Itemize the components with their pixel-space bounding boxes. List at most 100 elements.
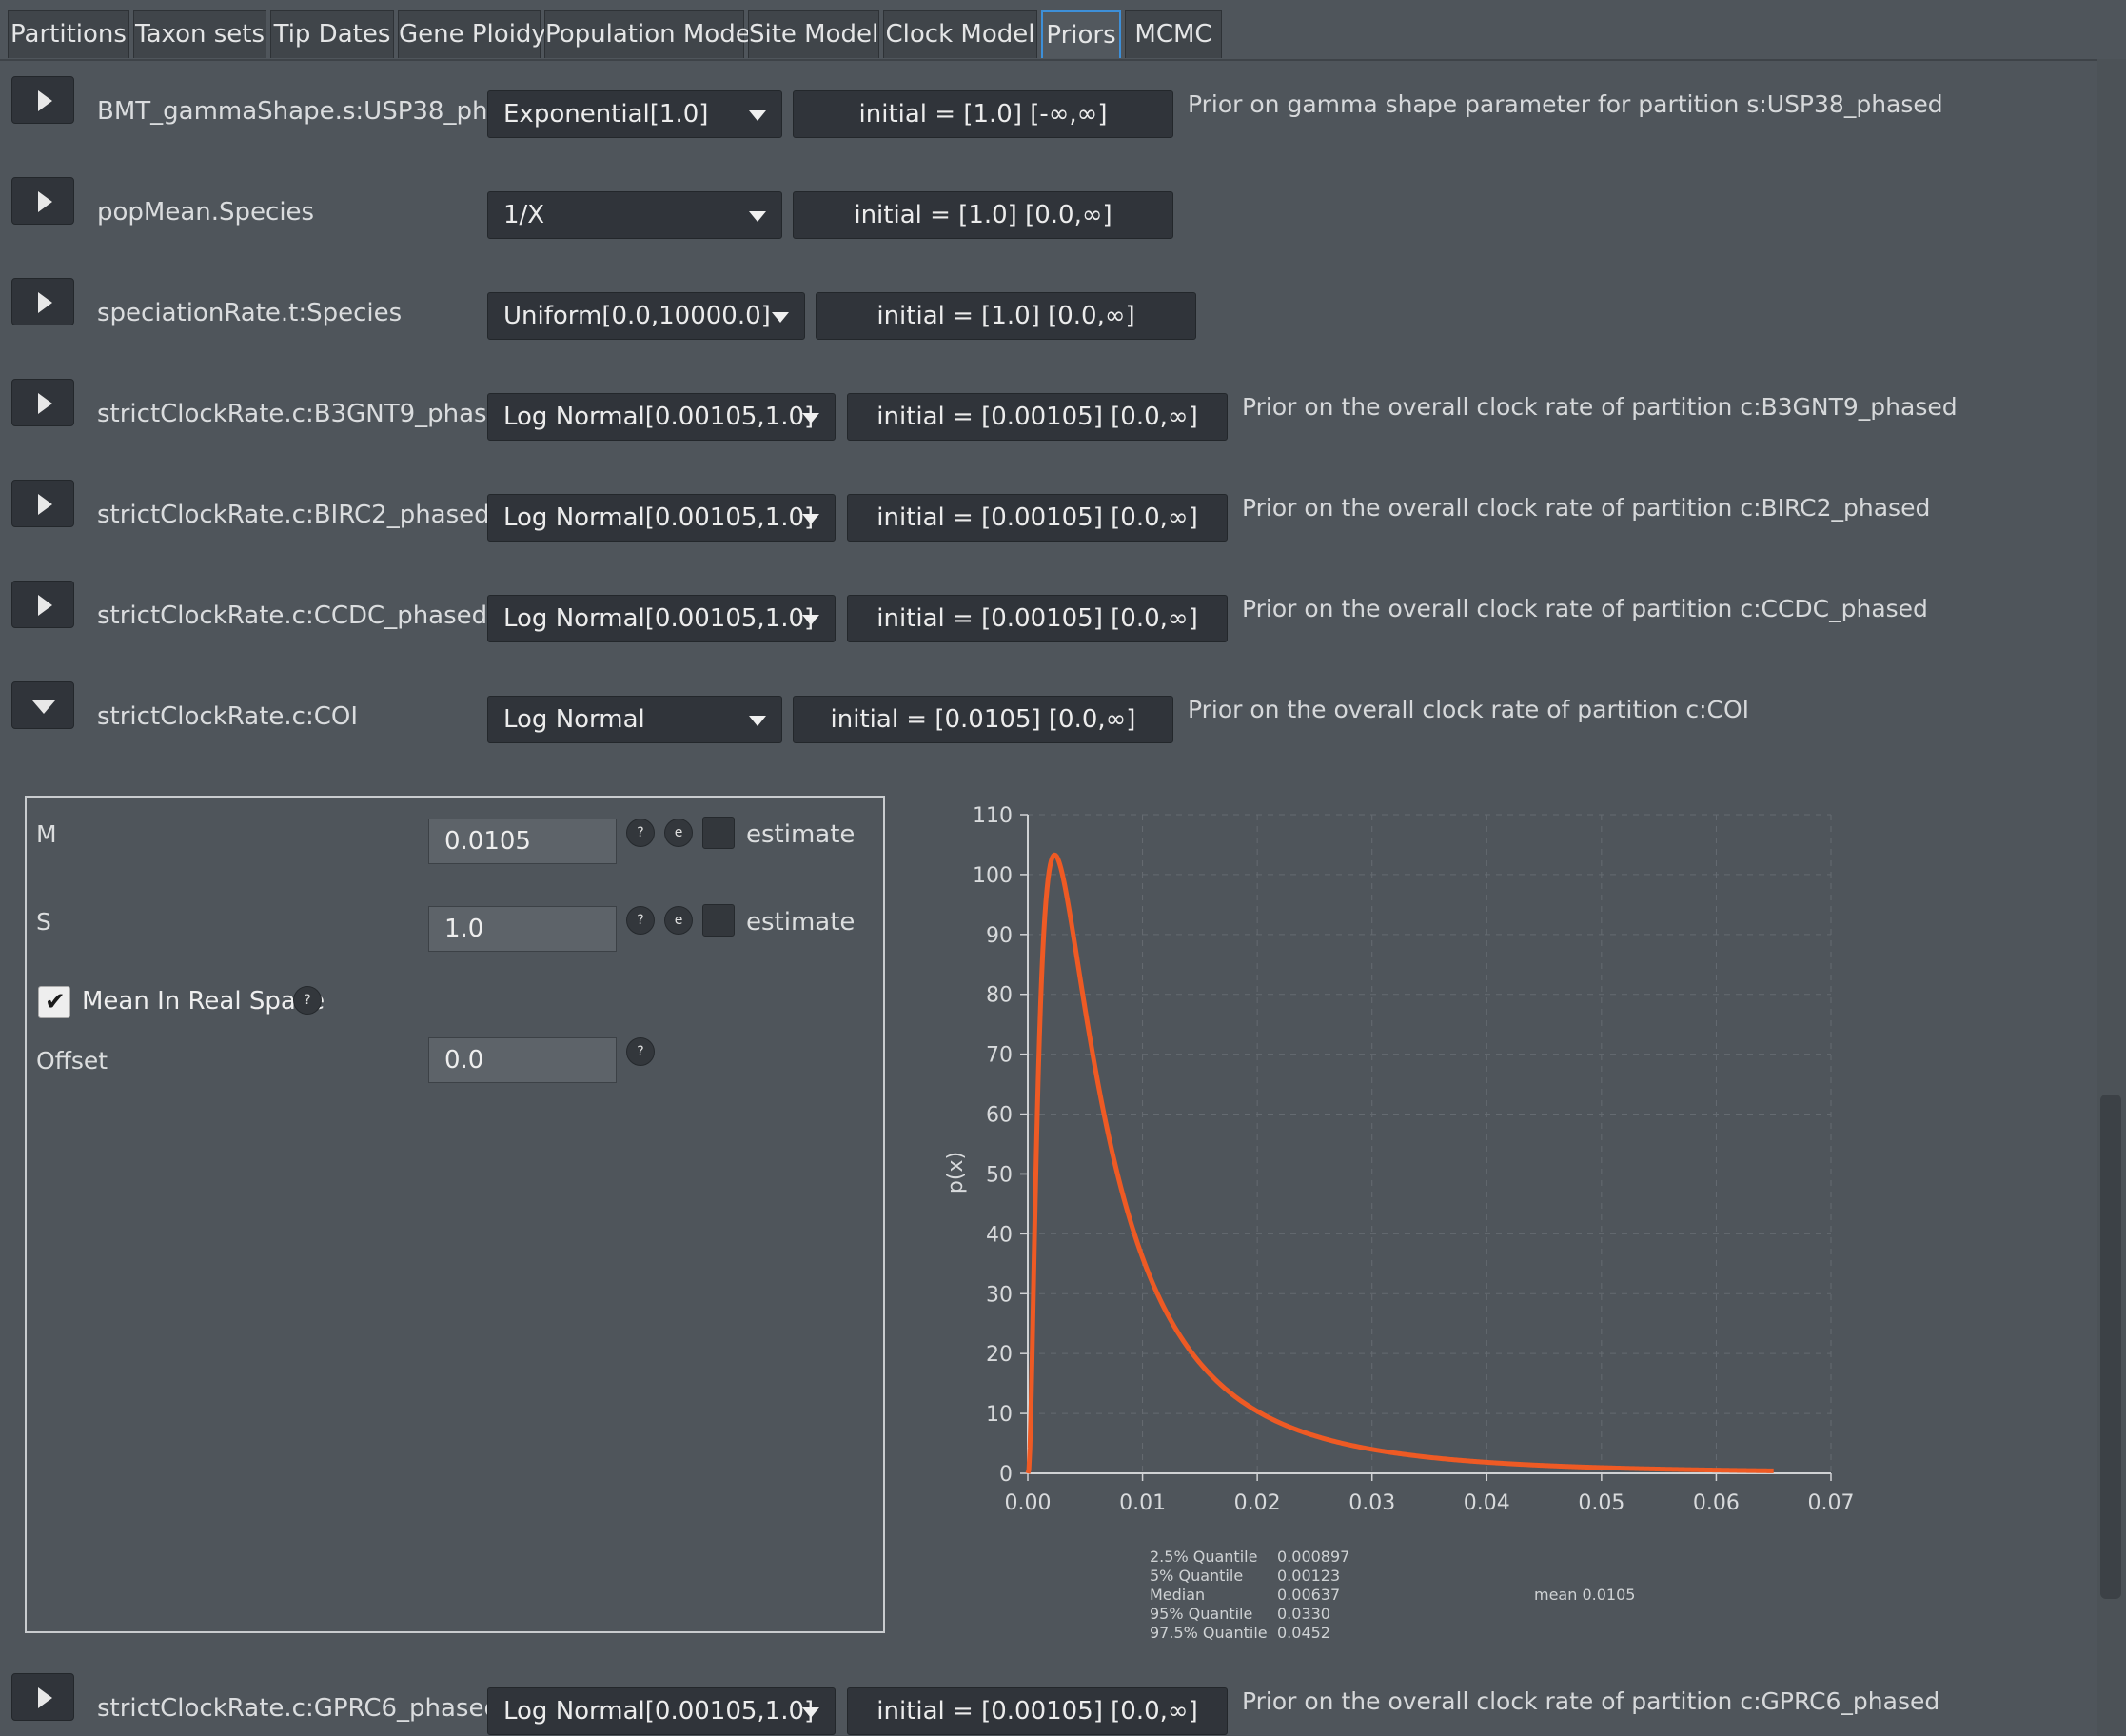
- distribution-dropdown[interactable]: Log Normal[0.00105,1.0]: [487, 393, 836, 441]
- distribution-dropdown[interactable]: Log Normal[0.00105,1.0]: [487, 595, 836, 642]
- expand-button[interactable]: [11, 1673, 74, 1721]
- help-icon[interactable]: ?: [626, 1037, 655, 1066]
- quantile-label: 5% Quantile: [1150, 1567, 1244, 1585]
- prior-description: Prior on the overall clock rate of parti…: [1242, 494, 1931, 522]
- chevron-down-icon: [749, 110, 766, 121]
- prior-name: strictClockRate.c:COI: [97, 702, 359, 731]
- prior-name: strictClockRate.c:CCDC_phased: [97, 602, 488, 630]
- initial-value-button[interactable]: initial = [0.00105] [0.0,∞]: [847, 393, 1228, 441]
- chevron-down-icon: [749, 716, 766, 726]
- edit-icon[interactable]: e: [664, 906, 693, 935]
- expand-button[interactable]: [11, 76, 74, 124]
- distribution-dropdown[interactable]: Log Normal: [487, 696, 782, 743]
- prior-description: Prior on the overall clock rate of parti…: [1242, 1687, 1940, 1715]
- prior-description: Prior on the overall clock rate of parti…: [1242, 595, 1928, 622]
- initial-value-button[interactable]: initial = [0.00105] [0.0,∞]: [847, 595, 1228, 642]
- initial-value-button[interactable]: initial = [0.00105] [0.0,∞]: [847, 1687, 1228, 1735]
- chevron-down-icon: [802, 615, 819, 625]
- quantile-value: 0.00123: [1277, 1567, 1341, 1585]
- distribution-dropdown[interactable]: Log Normal[0.00105,1.0]: [487, 1687, 836, 1735]
- expand-button[interactable]: [11, 177, 74, 225]
- expand-right-icon: [38, 90, 52, 111]
- quantile-value: 0.0330: [1277, 1605, 1330, 1623]
- chevron-down-icon: [802, 1707, 819, 1718]
- s-label: S: [36, 908, 51, 936]
- y-tick-label: 70: [986, 1044, 1013, 1068]
- initial-value-button[interactable]: initial = [0.0105] [0.0,∞]: [793, 696, 1173, 743]
- dropdown-value: 1/X: [503, 201, 545, 229]
- tab-taxon-sets[interactable]: Taxon sets: [133, 10, 266, 58]
- y-tick-label: 100: [973, 864, 1013, 888]
- prior-name: BMT_gammaShape.s:USP38_pha...: [97, 97, 527, 126]
- initial-value-button[interactable]: initial = [1.0] [0.0,∞]: [793, 191, 1173, 239]
- tab-gene-ploidy[interactable]: Gene Ploidy: [398, 10, 546, 58]
- m-input[interactable]: 0.0105: [428, 819, 617, 864]
- prior-name: speciationRate.t:Species: [97, 299, 403, 327]
- expand-right-icon: [38, 393, 52, 414]
- x-tick-label: 0.02: [1234, 1491, 1281, 1515]
- edit-icon[interactable]: e: [664, 819, 693, 847]
- x-tick-label: 0.05: [1578, 1491, 1624, 1515]
- expand-button[interactable]: [11, 379, 74, 426]
- y-tick-label: 110: [973, 804, 1013, 828]
- initial-value-button[interactable]: initial = [1.0] [0.0,∞]: [816, 292, 1196, 340]
- y-tick-label: 20: [986, 1343, 1013, 1367]
- y-tick-label: 10: [986, 1403, 1013, 1427]
- distribution-parameters-panel: M 0.0105 ? e estimate S 1.0 ? e estimate…: [25, 796, 885, 1633]
- collapse-button[interactable]: [11, 681, 74, 729]
- quantile-label: 2.5% Quantile: [1150, 1548, 1258, 1566]
- y-tick-label: 80: [986, 984, 1013, 1008]
- tab-priors[interactable]: Priors: [1041, 10, 1121, 58]
- dropdown-value: Log Normal[0.00105,1.0]: [503, 403, 815, 431]
- expand-button[interactable]: [11, 480, 74, 527]
- y-tick-label: 40: [986, 1223, 1013, 1247]
- initial-value-button[interactable]: initial = [1.0] [-∞,∞]: [793, 90, 1173, 138]
- chevron-down-icon: [802, 413, 819, 424]
- prior-name: strictClockRate.c:B3GNT9_phased: [97, 400, 519, 428]
- s-input[interactable]: 1.0: [428, 906, 617, 952]
- chevron-down-icon: [802, 514, 819, 524]
- distribution-dropdown[interactable]: Exponential[1.0]: [487, 90, 782, 138]
- expand-button[interactable]: [11, 581, 74, 628]
- help-icon[interactable]: ?: [293, 986, 322, 1015]
- initial-value-button[interactable]: initial = [0.00105] [0.0,∞]: [847, 494, 1228, 542]
- prior-name: popMean.Species: [97, 198, 315, 227]
- mean-in-real-space-label: Mean In Real Space: [82, 987, 325, 1016]
- quantile-labels: 2.5% Quantile 5% Quantile Median 95% Qua…: [1150, 1548, 1268, 1643]
- tab-tip-dates[interactable]: Tip Dates: [270, 10, 394, 58]
- y-tick-label: 0: [999, 1463, 1013, 1487]
- tab-mcmc[interactable]: MCMC: [1125, 10, 1222, 58]
- dropdown-value: Log Normal[0.00105,1.0]: [503, 604, 815, 633]
- prior-description: Prior on the overall clock rate of parti…: [1242, 393, 1958, 421]
- expand-right-icon: [38, 292, 52, 313]
- y-tick-label: 50: [986, 1163, 1013, 1187]
- help-icon[interactable]: ?: [626, 906, 655, 935]
- tab-bar: Partitions Taxon sets Tip Dates Gene Plo…: [0, 0, 2126, 61]
- offset-input[interactable]: 0.0: [428, 1037, 617, 1083]
- s-estimate-checkbox[interactable]: [702, 904, 735, 937]
- expand-down-icon: [32, 700, 55, 714]
- quantile-value: 0.000897: [1277, 1548, 1350, 1566]
- help-icon[interactable]: ?: [626, 819, 655, 847]
- tab-population-model[interactable]: Population Model: [544, 10, 758, 58]
- y-tick-label: 90: [986, 924, 1013, 948]
- expand-right-icon: [38, 191, 52, 212]
- y-tick-label: 60: [986, 1104, 1013, 1128]
- expand-button[interactable]: [11, 278, 74, 326]
- distribution-dropdown[interactable]: 1/X: [487, 191, 782, 239]
- scrollbar-thumb[interactable]: [2100, 1095, 2121, 1599]
- quantile-label: Median: [1150, 1586, 1206, 1604]
- tab-site-model[interactable]: Site Model: [748, 10, 879, 58]
- m-estimate-checkbox[interactable]: [702, 817, 735, 849]
- density-curve: [1025, 852, 1776, 1474]
- m-estimate-label: estimate: [746, 820, 856, 849]
- tab-partitions[interactable]: Partitions: [8, 10, 129, 58]
- distribution-dropdown[interactable]: Uniform[0.0,10000.0]: [487, 292, 805, 340]
- dropdown-value: Uniform[0.0,10000.0]: [503, 302, 771, 330]
- distribution-dropdown[interactable]: Log Normal[0.00105,1.0]: [487, 494, 836, 542]
- dropdown-value: Log Normal[0.00105,1.0]: [503, 1697, 815, 1726]
- tab-clock-model[interactable]: Clock Model: [883, 10, 1037, 58]
- dropdown-value: Log Normal: [503, 705, 645, 734]
- x-tick-label: 0.06: [1693, 1491, 1740, 1515]
- mean-in-real-space-checkbox[interactable]: ✔: [38, 986, 70, 1018]
